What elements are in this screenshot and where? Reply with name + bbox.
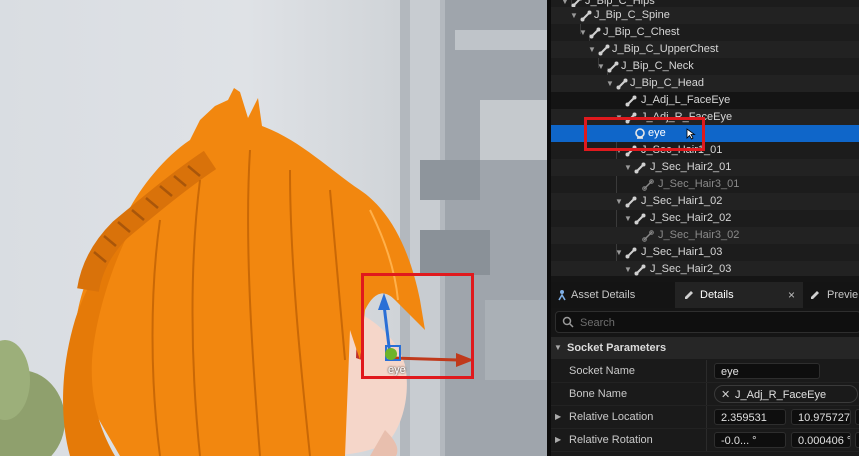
bone-icon [634, 213, 646, 225]
bone-icon [625, 247, 637, 259]
details-panel: ▼ Socket Parameters Socket Name eye Bone… [551, 337, 859, 456]
panel-tabs: Asset Details Details × Previe [551, 282, 859, 308]
location-y-field[interactable]: 10.975727 [791, 409, 851, 425]
details-search [555, 311, 859, 333]
tree-row-neck[interactable]: ▼ J_Bip_C_Neck [551, 58, 859, 75]
tree-row-hair1-03[interactable]: ▼ J_Sec_Hair1_03 [551, 244, 859, 261]
tab-asset-details[interactable]: Asset Details [551, 282, 675, 308]
tree-row-hair3-01[interactable]: J_Sec_Hair3_01 [551, 176, 859, 193]
tree-row-hair2-01[interactable]: ▼ J_Sec_Hair2_01 [551, 159, 859, 176]
close-icon[interactable]: × [788, 282, 795, 308]
tree-row-hair2-02[interactable]: ▼ J_Sec_Hair2_02 [551, 210, 859, 227]
viewport-scene [0, 0, 547, 456]
location-x-field[interactable]: 2.359531 [714, 409, 786, 425]
tree-row-hair1-02[interactable]: ▼ J_Sec_Hair1_02 [551, 193, 859, 210]
tree-row-adj-l-faceeye[interactable]: J_Adj_L_FaceEye [551, 92, 859, 109]
viewport[interactable]: eye [0, 0, 547, 456]
socket-name-field[interactable]: eye [714, 363, 820, 379]
chevron-right-icon[interactable]: ▶ [555, 429, 561, 451]
bone-icon [607, 61, 619, 73]
socket-row-highlight-box [584, 117, 705, 151]
tree-row-hair2-03[interactable]: ▼ J_Sec_Hair2_03 [551, 261, 859, 276]
tree-row-upperchest[interactable]: ▼ J_Bip_C_UpperChest [551, 41, 859, 58]
section-socket-parameters[interactable]: ▼ Socket Parameters [551, 337, 859, 359]
prop-row-socket-name: Socket Name eye [551, 360, 859, 383]
chevron-down-icon: ▼ [554, 343, 562, 352]
bone-icon [589, 27, 601, 39]
pencil-icon [811, 291, 819, 299]
rotation-x-field[interactable]: -0.0... ° [714, 432, 786, 448]
rotation-z-field[interactable] [855, 432, 859, 448]
clear-icon[interactable]: ✕ [721, 386, 730, 402]
tree-row-spine[interactable]: ▼ J_Bip_C_Spine [551, 7, 859, 24]
prop-row-relative-location: ▶ Relative Location 2.359531 10.975727 [551, 406, 859, 429]
bone-icon [580, 10, 592, 22]
bone-icon [634, 162, 646, 174]
bone-icon [634, 264, 646, 276]
rotation-y-field[interactable]: 0.000406 ° [791, 432, 851, 448]
bone-name-field[interactable]: ✕ J_Adj_R_FaceEye [714, 385, 858, 403]
tab-details[interactable]: Details × [675, 282, 803, 308]
prop-row-relative-rotation: ▶ Relative Rotation -0.0... ° 0.000406 ° [551, 429, 859, 452]
chevron-right-icon[interactable]: ▶ [555, 406, 561, 428]
bone-icon [616, 78, 628, 90]
bone-icon [625, 196, 637, 208]
column-divider [706, 383, 707, 405]
tree-row-head[interactable]: ▼ J_Bip_C_Head [551, 75, 859, 92]
location-z-field[interactable] [855, 409, 859, 425]
search-input[interactable] [578, 313, 852, 332]
asset-details-icon [558, 290, 566, 301]
tree-row-chest[interactable]: ▼ J_Bip_C_Chest [551, 24, 859, 41]
bone-icon [598, 44, 610, 56]
search-icon [562, 316, 574, 328]
column-divider [706, 360, 707, 382]
bone-icon [642, 179, 654, 191]
bone-icon [625, 95, 637, 107]
pencil-icon [685, 291, 693, 299]
gizmo-highlight-box [361, 273, 474, 379]
column-divider [706, 429, 707, 451]
bone-icon [642, 230, 654, 242]
tree-row-hair3-02[interactable]: J_Sec_Hair3_02 [551, 227, 859, 244]
tab-preview[interactable]: Previe [803, 282, 859, 308]
column-divider [706, 406, 707, 428]
prop-row-bone-name: Bone Name ✕ J_Adj_R_FaceEye [551, 383, 859, 406]
